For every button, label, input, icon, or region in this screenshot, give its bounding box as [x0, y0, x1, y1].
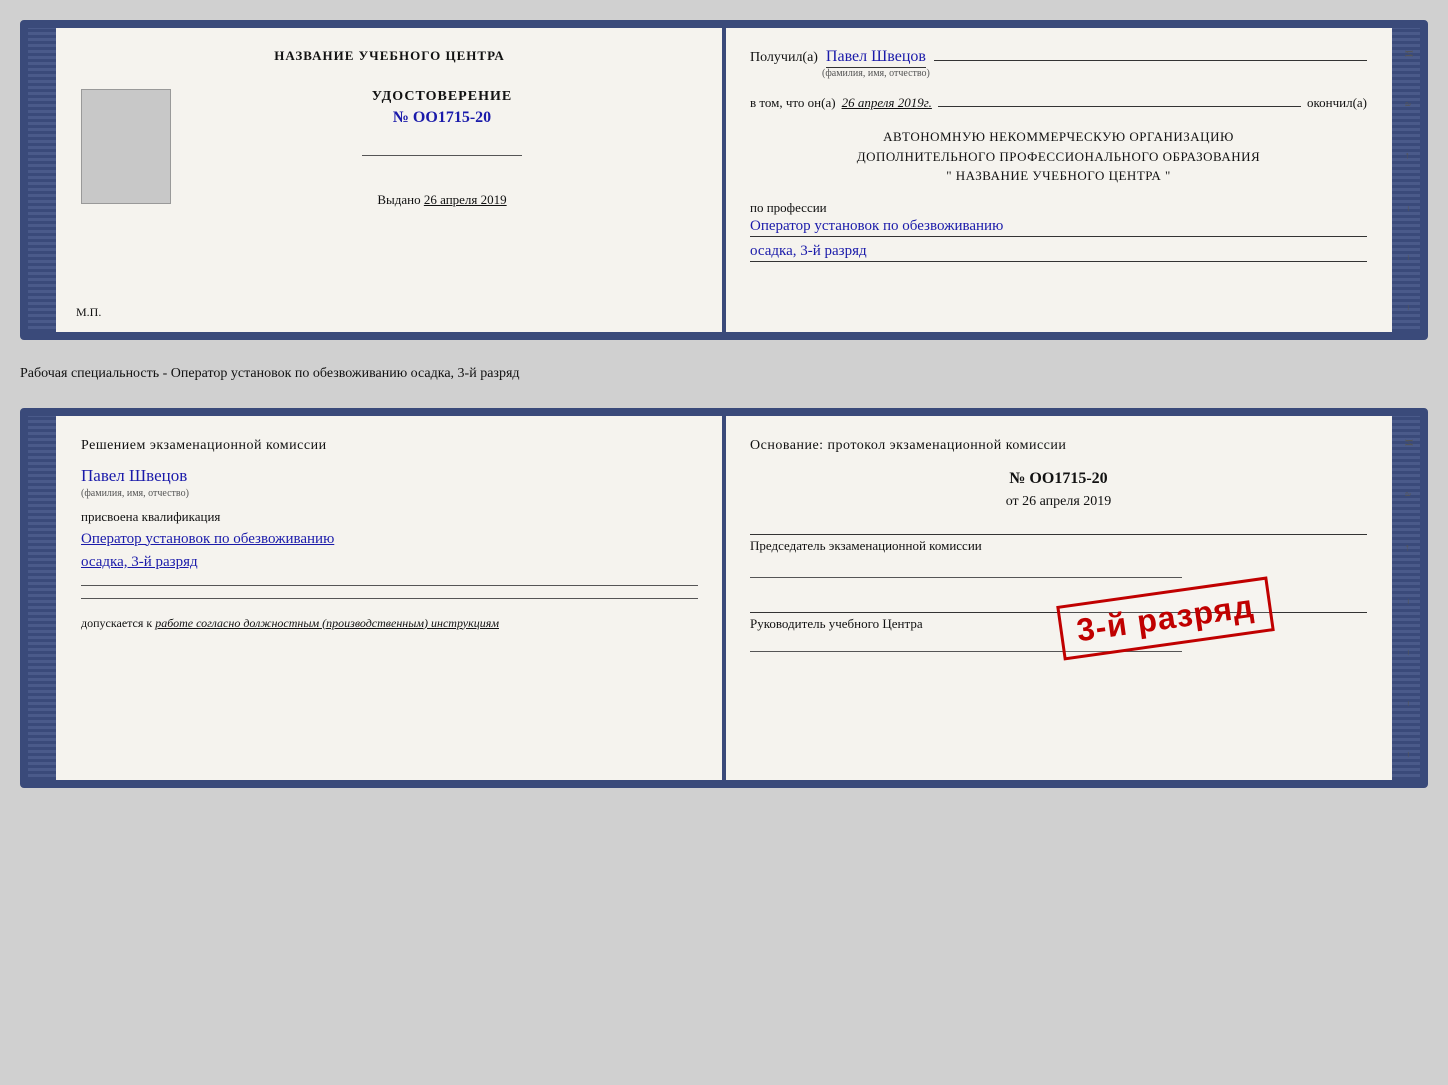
cert-info-col: УДОСТОВЕРЕНИЕ № OO1715-20 Выдано 26 апре… [186, 89, 698, 208]
top-side-marks: И а ← – – – [1400, 28, 1416, 332]
org-line1: АВТОНОМНУЮ НЕКОММЕРЧЕСКУЮ ОРГАНИЗАЦИЮ [750, 127, 1367, 147]
page-wrapper: НАЗВАНИЕ УЧЕБНОГО ЦЕНТРА УДОСТОВЕРЕНИЕ №… [20, 20, 1428, 788]
protocol-number: № OO1715-20 [750, 470, 1367, 488]
dash-line-2 [938, 106, 1301, 107]
commission-title: Решением экзаменационной комиссии [81, 436, 327, 456]
org-block: АВТОНОМНУЮ НЕКОММЕРЧЕСКУЮ ОРГАНИЗАЦИЮ ДО… [750, 127, 1367, 186]
rank-value: осадка, 3-й разряд [750, 243, 1367, 262]
issued-line: Выдано 26 апреля 2019 [377, 192, 506, 208]
name-sub-bottom: (фамилия, имя, отчество) [81, 488, 189, 499]
received-name: Павел Швецов [826, 48, 926, 68]
spine-left-bottom [28, 416, 56, 780]
vtom-label: в том, что он(а) [750, 95, 836, 111]
mp-label: М.П. [76, 305, 101, 320]
bottom-left-page: Решением экзаменационной комиссии Павел … [56, 416, 725, 780]
assigned-label: присвоена квалификация [81, 509, 220, 525]
bottom-right-page: Основание: протокол экзаменационной коми… [725, 416, 1392, 780]
cert-title: УДОСТОВЕРЕНИЕ [372, 89, 512, 105]
name-subtitle-top: (фамилия, имя, отчество) [822, 68, 930, 79]
protocol-date: 26 апреля 2019 [1022, 494, 1111, 509]
profession-value: Оператор установок по обезвоживанию [750, 218, 1367, 237]
protocol-date-line: от 26 апреля 2019 [750, 494, 1367, 510]
person-name-block: Павел Швецов (фамилия, имя, отчество) [81, 466, 189, 509]
okonchil-label: окончил(а) [1307, 95, 1367, 111]
top-document: НАЗВАНИЕ УЧЕБНОГО ЦЕНТРА УДОСТОВЕРЕНИЕ №… [20, 20, 1428, 340]
dash-line-1 [934, 60, 1367, 61]
stamp: 3-й разряд [1056, 576, 1274, 660]
top-left-header: НАЗВАНИЕ УЧЕБНОГО ЦЕНТРА [274, 48, 505, 64]
person-name-bottom: Павел Швецов [81, 466, 189, 486]
photo-row: УДОСТОВЕРЕНИЕ № OO1715-20 Выдано 26 апре… [81, 89, 698, 219]
separator-text: Рабочая специальность - Оператор установ… [20, 358, 1428, 390]
spine-left [28, 28, 56, 332]
protocol-date-prefix: от [1006, 494, 1019, 509]
qualification-1: Оператор установок по обезвоживанию [81, 529, 334, 550]
profession-label: по профессии [750, 200, 1367, 216]
bottom-document: Решением экзаменационной комиссии Павел … [20, 408, 1428, 788]
issued-label: Выдано [377, 192, 420, 207]
qualification-2: осадка, 3-й разряд [81, 552, 198, 573]
issued-date: 26 апреля 2019 [424, 192, 507, 207]
chairman-label: Председатель экзаменационной комиссии [750, 534, 1367, 555]
basis-title: Основание: протокол экзаменационной коми… [750, 436, 1367, 456]
vtom-line: в том, что он(а) 26 апреля 2019г. окончи… [750, 95, 1367, 111]
director-text: Руководитель учебного Центра [750, 616, 923, 631]
received-label: Получил(а) [750, 50, 818, 66]
chairman-text: Председатель экзаменационной комиссии [750, 538, 982, 553]
top-right-page: Получил(а) Павел Швецов (фамилия, имя, о… [725, 28, 1392, 332]
allowed-label: допускается к [81, 616, 152, 630]
top-left-page: НАЗВАНИЕ УЧЕБНОГО ЦЕНТРА УДОСТОВЕРЕНИЕ №… [56, 28, 725, 332]
org-line2: ДОПОЛНИТЕЛЬНОГО ПРОФЕССИОНАЛЬНОГО ОБРАЗО… [750, 147, 1367, 167]
photo-placeholder [81, 89, 171, 204]
allowed-value: работе согласно должностным (производств… [155, 616, 499, 630]
org-line3: " НАЗВАНИЕ УЧЕБНОГО ЦЕНТРА " [750, 166, 1367, 186]
allowed-line: допускается к работе согласно должностны… [81, 615, 499, 632]
bottom-side-marks: И а ← – – – – [1400, 416, 1416, 780]
received-name-wrapper: Павел Швецов (фамилия, имя, отчество) [822, 48, 930, 79]
received-line: Получил(а) Павел Швецов (фамилия, имя, о… [750, 48, 1367, 79]
cert-number: № OO1715-20 [393, 109, 491, 127]
vtom-date: 26 апреля 2019г. [842, 95, 932, 111]
